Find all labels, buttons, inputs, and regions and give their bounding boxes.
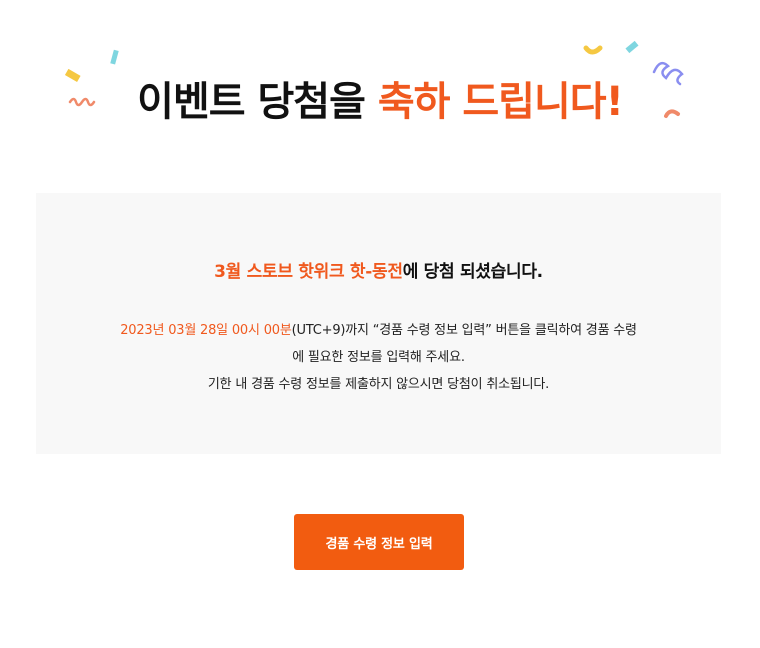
deadline-date: 2023년 03월 28일 00시 00분 <box>120 323 292 338</box>
page-title: 이벤트 당첨을 축하 드립니다! <box>0 74 760 130</box>
subtitle-rest: 에 당첨 되셨습니다. <box>402 262 543 282</box>
winner-info-panel: 3월 스토브 핫위크 핫-동전에 당첨 되셨습니다. 2023년 03월 28일… <box>36 193 721 454</box>
enter-prize-info-button[interactable]: 경품 수령 정보 입력 <box>294 514 464 570</box>
title-plain: 이벤트 당첨을 <box>137 79 366 125</box>
title-accent: 축하 드립니다! <box>377 79 624 125</box>
winner-subtitle: 3월 스토브 핫위크 핫-동전에 당첨 되셨습니다. <box>36 257 721 282</box>
instructions-line1: (UTC+9)까지 “경품 수령 정보 입력” 버튼을 클릭하여 경품 수령 <box>291 323 637 338</box>
instructions-line2: 에 필요한 정보를 입력해 주세요. <box>292 350 465 365</box>
event-name: 3월 스토브 핫위크 핫-동전 <box>214 262 403 282</box>
instructions-text: 2023년 03월 28일 00시 00분(UTC+9)까지 “경품 수령 정보… <box>66 317 691 398</box>
instructions-line3: 기한 내 경품 수령 정보를 제출하지 않으시면 당첨이 취소됩니다. <box>207 377 550 392</box>
